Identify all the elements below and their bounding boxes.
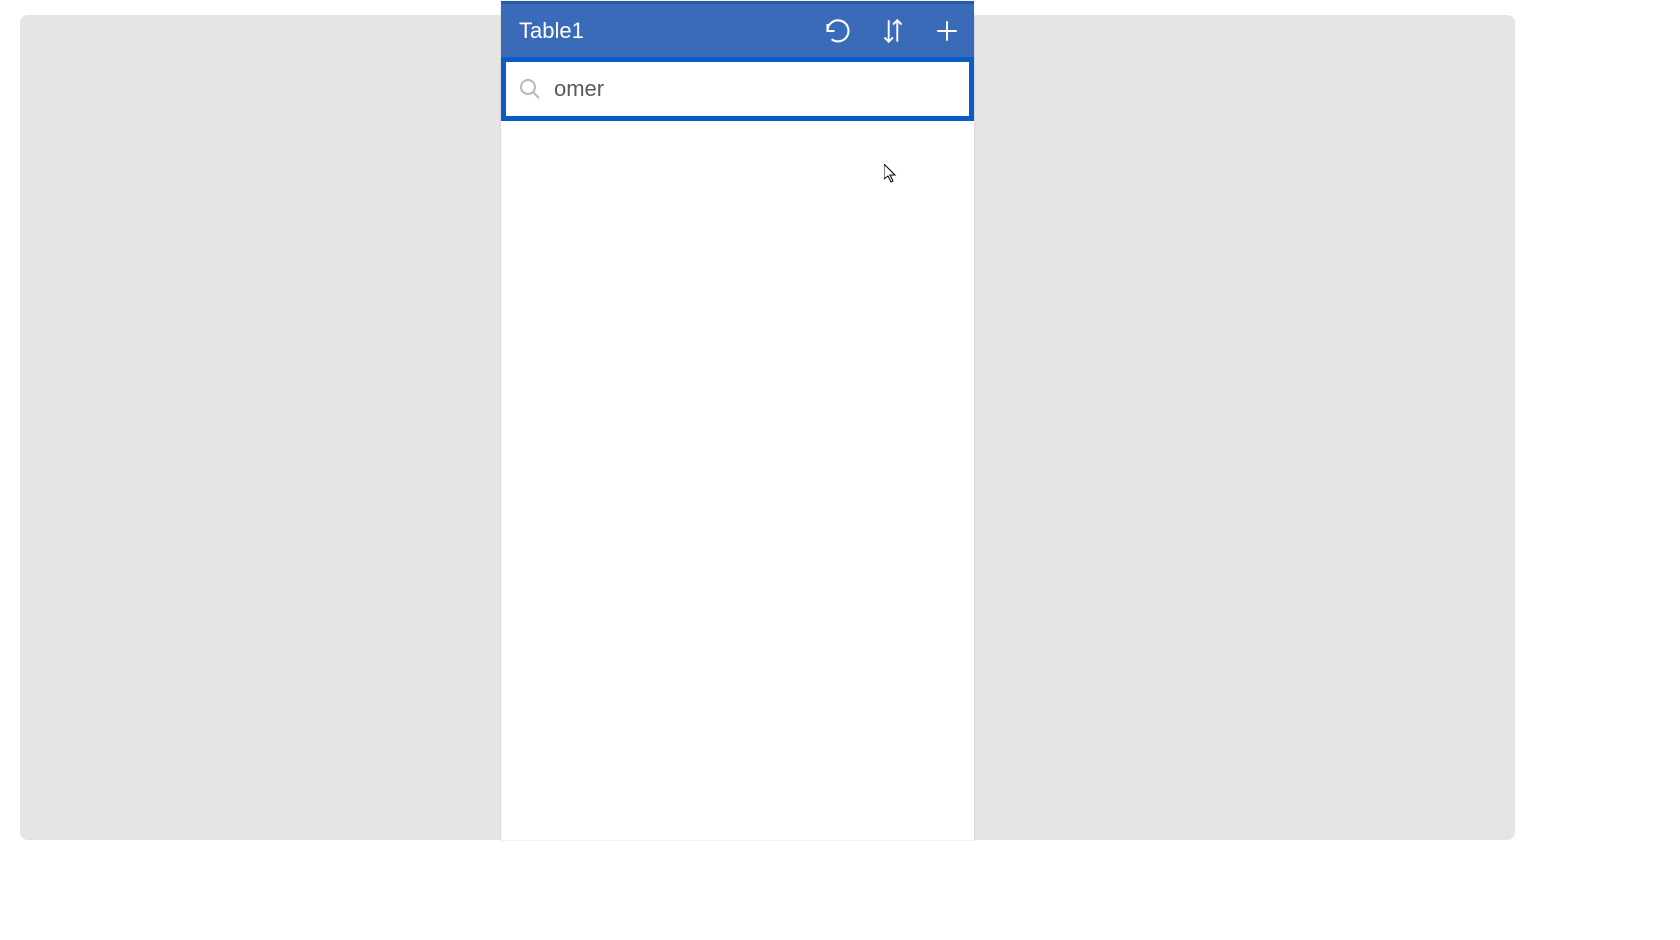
refresh-icon bbox=[824, 17, 852, 45]
page-background: Table1 bbox=[20, 15, 1515, 840]
search-icon-container bbox=[518, 77, 542, 101]
refresh-button[interactable] bbox=[824, 17, 852, 45]
header-bar: Table1 bbox=[501, 1, 974, 57]
sort-button[interactable] bbox=[880, 16, 906, 46]
search-icon bbox=[518, 77, 542, 101]
add-button[interactable] bbox=[934, 18, 960, 44]
header-title: Table1 bbox=[519, 18, 584, 44]
app-panel: Table1 bbox=[501, 1, 974, 840]
sort-icon bbox=[880, 16, 906, 46]
header-actions bbox=[824, 16, 960, 46]
search-input[interactable] bbox=[554, 76, 959, 102]
plus-icon bbox=[934, 18, 960, 44]
search-bar bbox=[501, 57, 974, 121]
